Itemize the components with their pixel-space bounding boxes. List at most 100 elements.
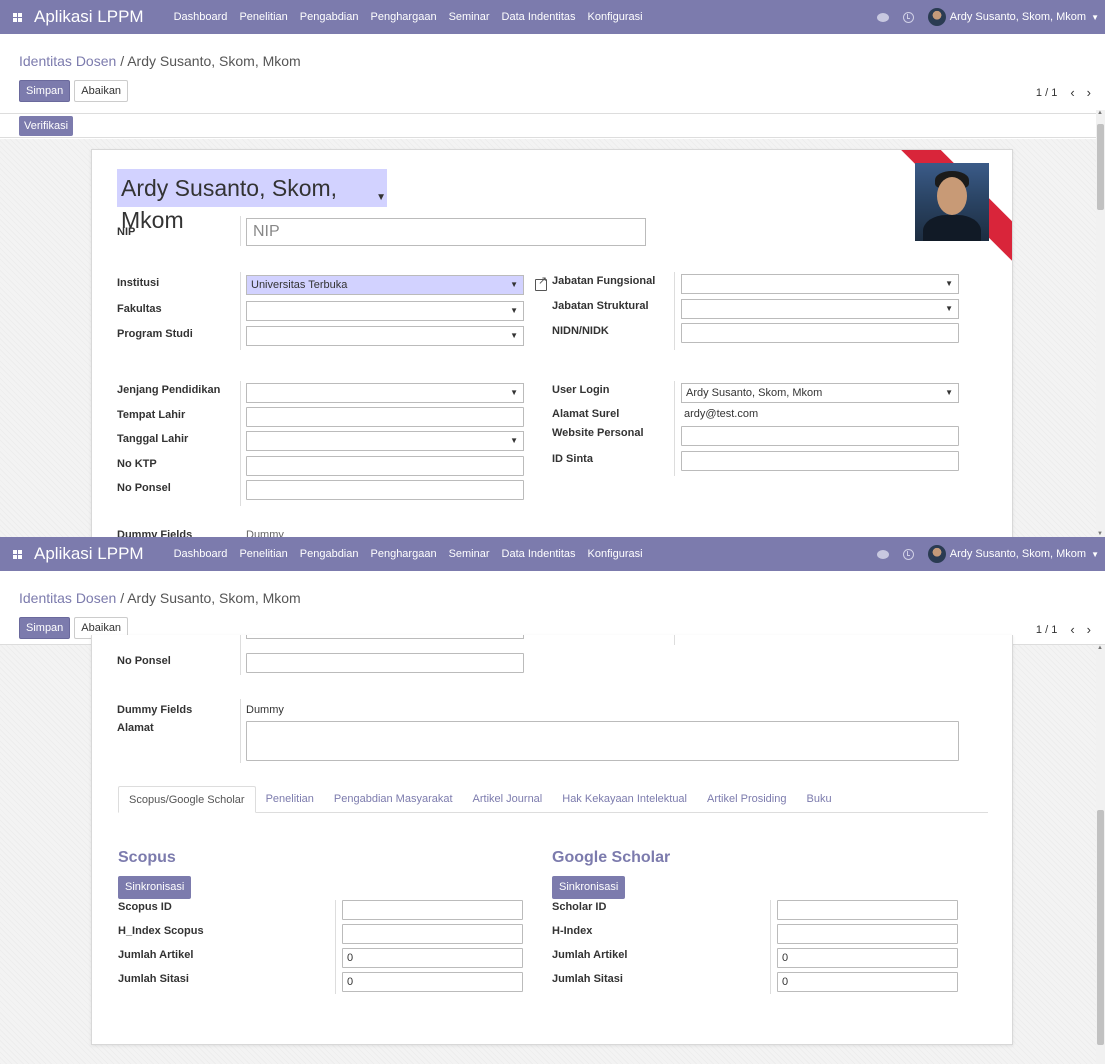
scholar-id-input[interactable] [777, 900, 958, 920]
chat-icon[interactable] [876, 12, 889, 22]
scrollbar[interactable]: ▲ [1096, 645, 1105, 1064]
tempat-lahir-input[interactable] [246, 407, 524, 427]
breadcrumb: Identitas Dosen / Ardy Susanto, Skom, Mk… [19, 53, 301, 69]
no-ponsel-input[interactable] [246, 653, 524, 673]
menu-penelitian[interactable]: Penelitian [239, 11, 287, 23]
breadcrumb-parent[interactable]: Identitas Dosen [19, 590, 116, 606]
tanggal-lahir-select[interactable]: ▼ [246, 431, 524, 451]
nip-input[interactable]: NIP [246, 218, 646, 246]
scholar-jumlah-artikel-input[interactable]: 0 [777, 948, 958, 968]
chat-icon[interactable] [876, 549, 889, 559]
tab-buku[interactable]: Buku [796, 786, 841, 813]
scopus-sync-button[interactable]: Sinkronisasi [118, 876, 192, 899]
tab-pengabdian-masyarakat[interactable]: Pengabdian Masyarakat [324, 786, 463, 813]
form-buttons: Simpan Abaikan [19, 80, 129, 102]
menu-konfigurasi[interactable]: Konfigurasi [588, 548, 643, 560]
tab-scopus-google-scholar[interactable]: Scopus/Google Scholar [118, 786, 256, 813]
discard-button[interactable]: Abaikan [74, 80, 129, 102]
jabatan-fungsional-select[interactable]: ▼ [681, 274, 959, 294]
menu-seminar[interactable]: Seminar [449, 548, 490, 560]
fakultas-select[interactable]: ▼ [246, 301, 524, 321]
pager-next-icon[interactable]: › [1087, 85, 1091, 100]
nidn-input[interactable] [681, 323, 959, 343]
user-menu[interactable]: Ardy Susanto, Skom, Mkom [950, 11, 1086, 23]
navbar-systray: Ardy Susanto, Skom, Mkom ▼ [876, 537, 1099, 571]
alamat-textarea[interactable] [246, 721, 959, 761]
h-index-input[interactable] [777, 924, 958, 944]
scroll-thumb[interactable] [1097, 124, 1104, 210]
website-input[interactable] [681, 426, 959, 446]
tab-penelitian[interactable]: Penelitian [256, 786, 324, 813]
form-background: No Ponsel Dummy Fields Dummy Alamat Scop… [0, 635, 1096, 1064]
external-link-icon[interactable] [535, 274, 547, 291]
pager-prev-icon[interactable]: ‹ [1070, 85, 1074, 100]
save-button[interactable]: Simpan [19, 617, 71, 639]
app-brand[interactable]: Aplikasi LPPM [34, 7, 144, 27]
pager-prev-icon[interactable]: ‹ [1070, 622, 1074, 637]
scopus-id-input[interactable] [342, 900, 523, 920]
name-field[interactable]: Ardy Susanto, Skom, Mkom ▼ [117, 169, 387, 233]
chevron-down-icon: ▼ [945, 279, 953, 288]
input-edge [246, 635, 524, 639]
chevron-down-icon[interactable]: ▼ [1091, 550, 1099, 559]
menu-dashboard[interactable]: Dashboard [174, 548, 228, 560]
field-label: Website Personal [552, 427, 644, 439]
scrollbar[interactable]: ▲ ▼ [1096, 110, 1105, 537]
jenjang-pendidikan-select[interactable]: ▼ [246, 383, 524, 403]
scholar-jumlah-sitasi-input[interactable]: 0 [777, 972, 958, 992]
menu-data-identitas[interactable]: Data Indentitas [502, 548, 576, 560]
field-label: Jabatan Fungsional [552, 275, 656, 287]
program-studi-select[interactable]: ▼ [246, 326, 524, 346]
app-brand[interactable]: Aplikasi LPPM [34, 544, 144, 564]
menu-penghargaan[interactable]: Penghargaan [371, 11, 437, 23]
verify-button[interactable]: Verifikasi [19, 116, 74, 136]
chevron-down-icon[interactable]: ▼ [1091, 13, 1099, 22]
activity-clock-icon[interactable] [902, 11, 914, 23]
scholar-sync-button[interactable]: Sinkronisasi [552, 876, 626, 899]
h-index-scopus-input[interactable] [342, 924, 523, 944]
no-ponsel-input[interactable] [246, 480, 524, 500]
avatar[interactable] [927, 8, 946, 26]
jabatan-struktural-select[interactable]: ▼ [681, 299, 959, 319]
user-menu[interactable]: Ardy Susanto, Skom, Mkom [950, 548, 1086, 560]
apps-menu-button[interactable] [0, 537, 34, 571]
institusi-select[interactable]: Universitas Terbuka ▼ [246, 275, 524, 295]
field-label: Jenjang Pendidikan [117, 384, 221, 396]
pager-next-icon[interactable]: › [1087, 622, 1091, 637]
menu-pengabdian[interactable]: Pengabdian [300, 11, 359, 23]
menu-pengabdian[interactable]: Pengabdian [300, 548, 359, 560]
chevron-down-icon: ▼ [945, 304, 953, 313]
chevron-down-icon: ▼ [945, 388, 953, 397]
menu-konfigurasi[interactable]: Konfigurasi [588, 11, 643, 23]
scopus-jumlah-artikel-input[interactable]: 0 [342, 948, 523, 968]
apps-menu-button[interactable] [0, 0, 34, 34]
field-label: Jumlah Artikel [552, 949, 628, 961]
user-login-select[interactable]: Ardy Susanto, Skom, Mkom ▼ [681, 383, 959, 403]
activity-clock-icon[interactable] [902, 548, 914, 560]
field-label: Program Studi [117, 328, 193, 340]
scroll-up-icon[interactable]: ▲ [1097, 110, 1103, 116]
scroll-thumb[interactable] [1097, 810, 1104, 1045]
menu-data-identitas[interactable]: Data Indentitas [502, 11, 576, 23]
tab-hak-kekayaan-intelektual[interactable]: Hak Kekayaan Intelektual [552, 786, 697, 813]
avatar[interactable] [927, 545, 946, 563]
field-label: Jabatan Struktural [552, 300, 649, 312]
menu-seminar[interactable]: Seminar [449, 11, 490, 23]
control-panel: Identitas Dosen / Ardy Susanto, Skom, Mk… [0, 34, 1105, 114]
breadcrumb-parent[interactable]: Identitas Dosen [19, 53, 116, 69]
tab-artikel-journal[interactable]: Artikel Journal [463, 786, 553, 813]
tab-artikel-prosiding[interactable]: Artikel Prosiding [697, 786, 796, 813]
no-ktp-input[interactable] [246, 456, 524, 476]
chevron-down-icon: ▼ [510, 306, 518, 315]
menu-penghargaan[interactable]: Penghargaan [371, 548, 437, 560]
scroll-up-icon[interactable]: ▲ [1097, 645, 1103, 651]
scopus-jumlah-sitasi-input[interactable]: 0 [342, 972, 523, 992]
field-label: Scholar ID [552, 901, 607, 913]
profile-photo[interactable] [915, 163, 989, 241]
chevron-down-icon[interactable]: ▼ [376, 182, 386, 214]
id-sinta-input[interactable] [681, 451, 959, 471]
menu-penelitian[interactable]: Penelitian [239, 548, 287, 560]
menu-dashboard[interactable]: Dashboard [174, 11, 228, 23]
chevron-down-icon: ▼ [510, 436, 518, 445]
save-button[interactable]: Simpan [19, 80, 71, 102]
